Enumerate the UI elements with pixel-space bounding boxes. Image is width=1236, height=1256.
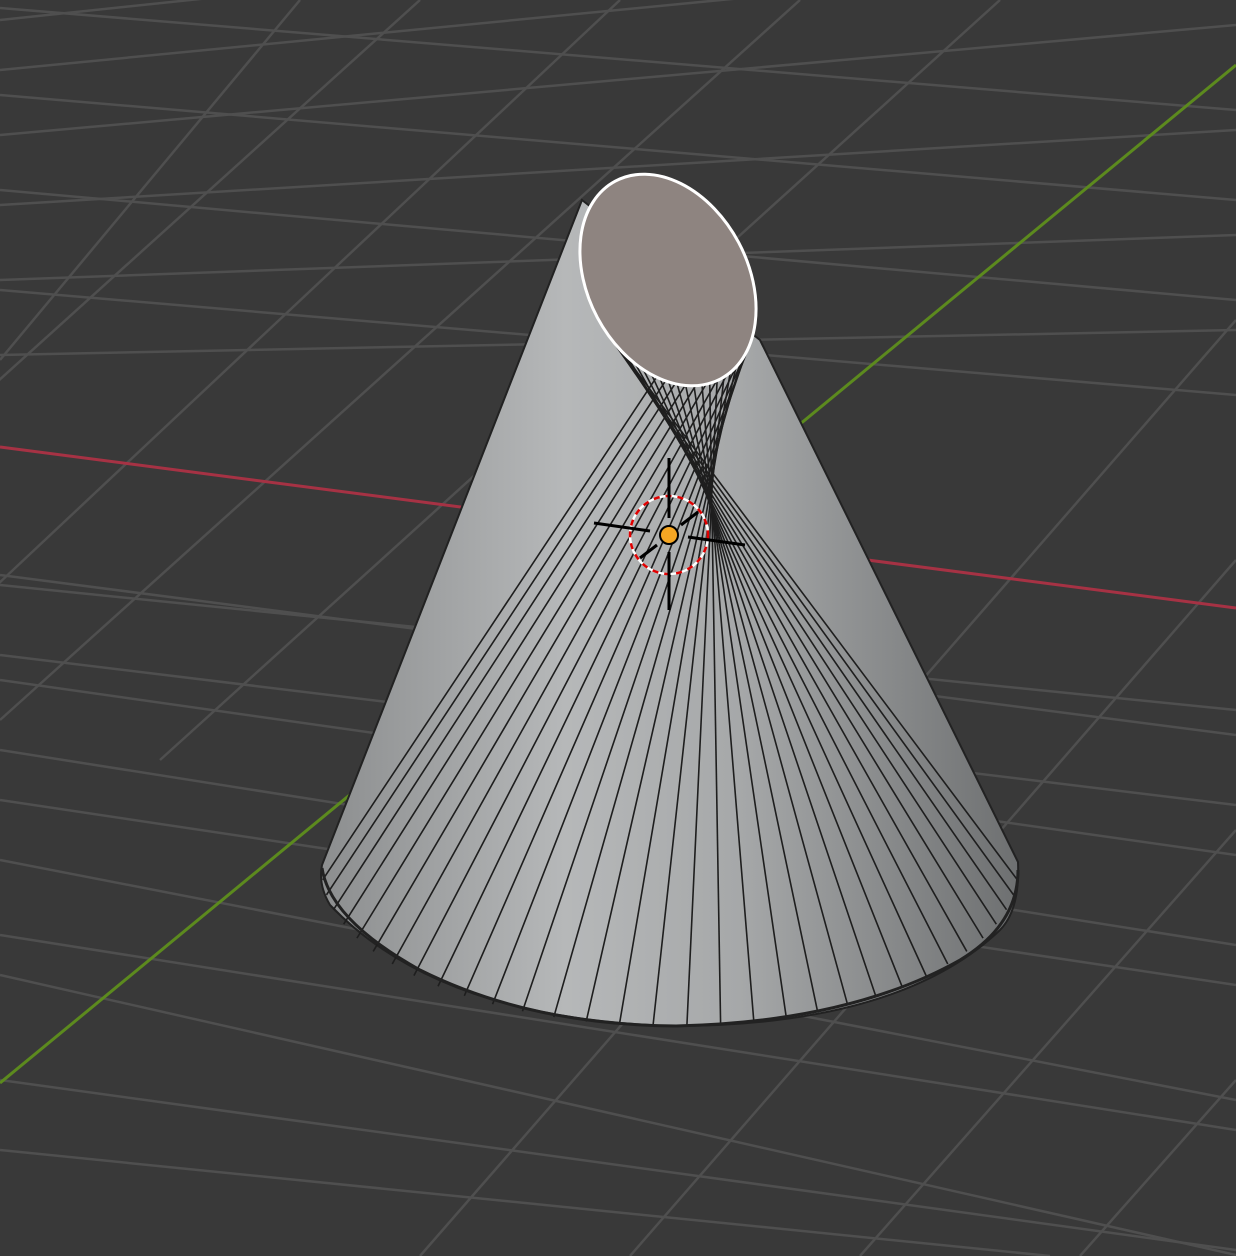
viewport-canvas[interactable] (0, 0, 1236, 1256)
object-origin-dot (659, 525, 679, 545)
3d-viewport[interactable] (0, 0, 1236, 1256)
